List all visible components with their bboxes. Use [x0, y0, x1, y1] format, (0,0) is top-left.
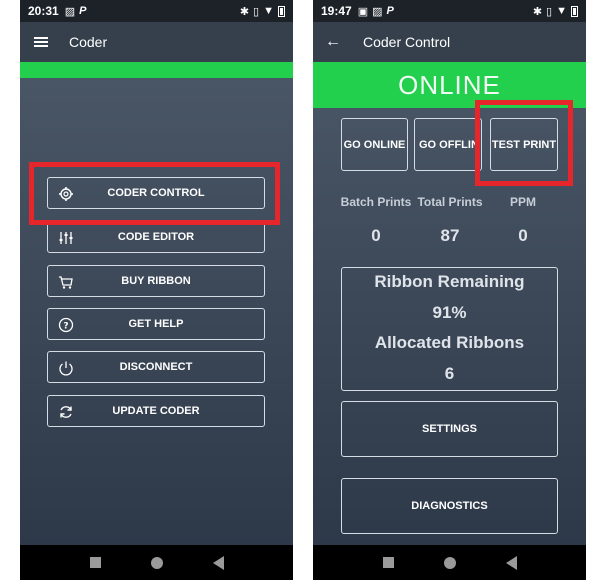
refresh-icon [60, 406, 72, 418]
status-strip [20, 62, 293, 78]
get-help-button[interactable]: ? GET HELP [47, 308, 265, 340]
status-bar: 19:47 ▣ ▨ P ✱ ▯ ▼ [313, 0, 586, 22]
code-editor-button[interactable]: CODE EDITOR [47, 221, 265, 253]
ribbon-remaining-label: Ribbon Remaining [374, 272, 525, 291]
vibrate-icon: ▯ [546, 5, 553, 18]
allocated-ribbons-value: 6 [444, 364, 455, 383]
allocated-ribbons-label: Allocated Ribbons [374, 333, 525, 352]
gallery-icon: ▨ [64, 5, 76, 18]
ribbon-remaining-value: 91% [432, 303, 467, 322]
cart-icon [59, 276, 73, 289]
settings-button[interactable]: SETTINGS [341, 401, 558, 457]
menu-label: DISCONNECT [119, 361, 193, 373]
navigation-bar [313, 545, 586, 580]
app-bar: Coder [20, 22, 293, 62]
ppm-label: PPM [509, 195, 536, 209]
bluetooth-icon: ✱ [239, 5, 250, 18]
ribbon-status-panel: Ribbon Remaining 91% Allocated Ribbons 6 [341, 267, 558, 391]
button-label: DIAGNOSTICS [411, 500, 488, 512]
home-icon[interactable] [443, 556, 456, 569]
menu-icon[interactable] [34, 37, 48, 47]
bluetooth-icon: ✱ [532, 5, 543, 18]
menu-label: BUY RIBBON [121, 275, 191, 287]
button-label: GO OFFLIN [419, 138, 479, 151]
total-prints-label: Total Prints [417, 195, 483, 209]
app-bar: ← Coder Control [313, 22, 586, 62]
go-offline-button[interactable]: GO OFFLIN [414, 118, 482, 171]
disconnect-button[interactable]: DISCONNECT [47, 351, 265, 383]
parking-icon: P [386, 5, 394, 17]
menu-label: CODE EDITOR [117, 231, 195, 243]
recents-icon[interactable] [382, 557, 394, 568]
parking-icon: P [79, 5, 87, 17]
status-time: 19:47 [321, 4, 352, 18]
status-time: 20:31 [28, 4, 59, 18]
power-icon [59, 361, 73, 376]
menu-label: UPDATE CODER [112, 405, 200, 417]
menu-label: GET HELP [128, 318, 184, 330]
phone-screen-coder-control: 19:47 ▣ ▨ P ✱ ▯ ▼ ← Coder Control ONLINE… [313, 0, 586, 580]
go-online-button[interactable]: GO ONLINE [341, 118, 408, 171]
wifi-icon: ▼ [263, 5, 274, 17]
app-title: Coder Control [363, 34, 451, 50]
gallery-icon: ▨ [372, 5, 383, 18]
status-bar: 20:31 ▨ P ✱ ▯ ▼ [20, 0, 293, 22]
sliders-icon [59, 232, 73, 244]
button-label: SETTINGS [421, 423, 477, 435]
battery-icon [278, 5, 285, 17]
back-icon[interactable] [505, 555, 517, 570]
help-icon: ? [58, 317, 74, 333]
recents-icon[interactable] [89, 557, 101, 568]
highlight-box-coder-control [29, 162, 280, 225]
battery-icon [571, 5, 578, 17]
home-icon[interactable] [150, 556, 163, 569]
batch-prints-value: 0 [371, 226, 381, 245]
phone-screen-coder-menu: 20:31 ▨ P ✱ ▯ ▼ Coder CODER CONTROL CODE… [20, 0, 293, 580]
batch-prints-label: Batch Prints [340, 195, 412, 209]
buy-ribbon-button[interactable]: BUY RIBBON [47, 265, 265, 297]
wifi-icon: ▼ [556, 5, 567, 17]
back-arrow-icon[interactable]: ← [325, 33, 341, 51]
vibrate-icon: ▯ [253, 5, 260, 18]
svg-text:?: ? [63, 322, 68, 332]
update-coder-button[interactable]: UPDATE CODER [47, 395, 265, 427]
image-icon: ▣ [357, 5, 369, 18]
total-prints-value: 87 [440, 226, 460, 245]
ppm-value: 0 [518, 226, 528, 245]
diagnostics-button[interactable]: DIAGNOSTICS [341, 478, 558, 534]
app-title: Coder [69, 34, 108, 50]
button-label: GO ONLINE [343, 138, 406, 151]
highlight-box-test-print [475, 100, 573, 186]
navigation-bar [20, 545, 293, 580]
back-icon[interactable] [212, 555, 224, 570]
